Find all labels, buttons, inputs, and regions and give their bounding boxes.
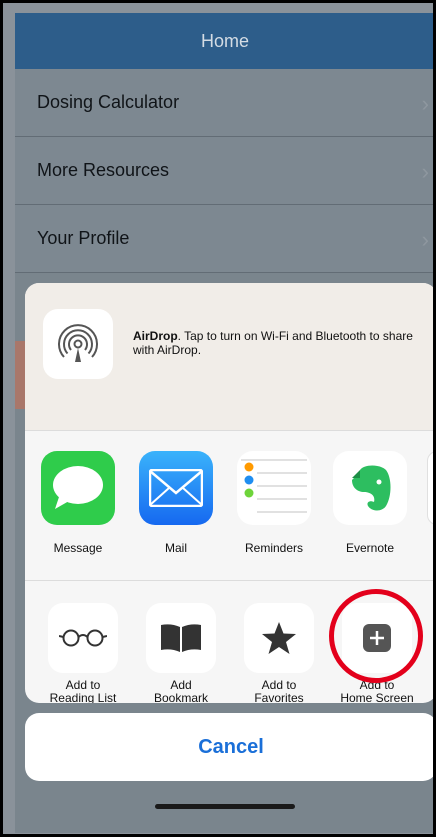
menu-item-label: More Resources: [37, 160, 170, 180]
star-icon: [244, 603, 314, 673]
share-app-message[interactable]: Message: [33, 451, 123, 555]
book-icon: [146, 603, 216, 673]
share-app-mail[interactable]: Mail: [131, 451, 221, 555]
menu-item-your-profile[interactable]: Your Profile ›: [15, 205, 433, 273]
cancel-button[interactable]: Cancel: [25, 713, 433, 781]
share-app-partial[interactable]: [427, 451, 433, 525]
evernote-icon: [333, 451, 407, 525]
menu-item-dosing-calculator[interactable]: Dosing Calculator ›: [15, 69, 433, 137]
page-title: Home: [200, 30, 249, 51]
share-app-label: Evernote: [345, 541, 395, 555]
chevron-right-icon: ›: [421, 91, 429, 116]
action-label: Add Bookmark: [153, 678, 209, 704]
add-bookmark-button[interactable]: Add Bookmark: [135, 603, 227, 703]
nav-header: Home: [15, 13, 433, 69]
screen-frame: Home Dosing Calculator › More Resources …: [0, 0, 436, 837]
chevron-right-icon: ›: [421, 159, 429, 184]
action-label: Add to Reading List: [49, 678, 117, 704]
action-label: Add to Favorites: [254, 678, 304, 704]
share-app-label: Message: [53, 541, 103, 555]
share-app-label: Reminders: [244, 541, 304, 555]
message-icon: [41, 451, 115, 525]
add-to-favorites-button[interactable]: Add to Favorites: [233, 603, 325, 703]
menu-item-more-resources[interactable]: More Resources ›: [15, 137, 433, 205]
mail-icon: [139, 451, 213, 525]
glasses-icon: [48, 603, 118, 673]
add-to-reading-list-button[interactable]: Add to Reading List: [37, 603, 129, 703]
share-app-reminders[interactable]: Reminders: [229, 451, 319, 555]
airdrop-title: AirDrop: [133, 329, 178, 343]
highlight-circle: [329, 589, 423, 683]
menu-item-label: Dosing Calculator: [37, 92, 180, 112]
reminders-icon: [237, 451, 311, 525]
share-app-evernote[interactable]: Evernote: [325, 451, 415, 555]
menu-item-label: Your Profile: [37, 228, 130, 248]
accent-strip: [15, 341, 25, 409]
airdrop-message: AirDrop. Tap to turn on Wi-Fi and Blueto…: [133, 329, 423, 357]
airdrop-icon: [43, 309, 113, 379]
airdrop-section[interactable]: AirDrop. Tap to turn on Wi-Fi and Blueto…: [25, 283, 433, 431]
share-apps-row: Message Mail Reminders Evernote: [25, 431, 433, 581]
chevron-right-icon: ›: [421, 227, 429, 252]
home-indicator: [155, 804, 295, 809]
share-app-label: Mail: [164, 541, 187, 555]
